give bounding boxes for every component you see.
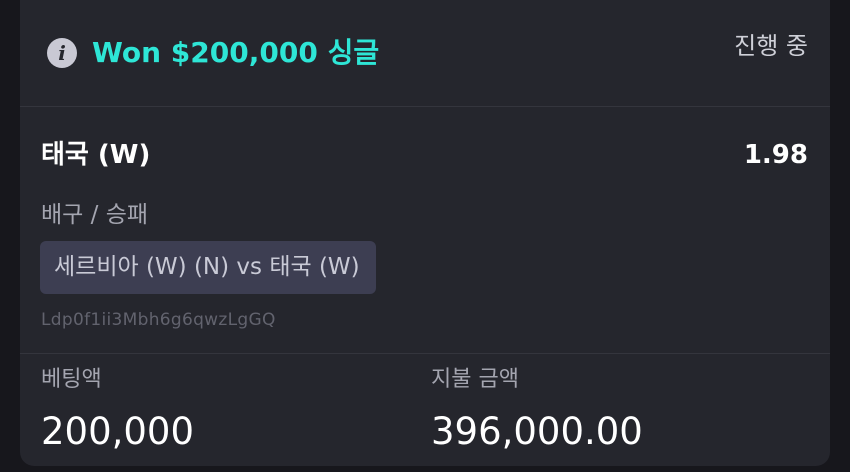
bet-selection-section: 태국 (W) 1.98 배구 / 승패 세르비아 (W) (N) vs 태국 (… xyxy=(20,107,830,354)
event-chip[interactable]: 세르비아 (W) (N) vs 태국 (W) xyxy=(40,241,376,294)
payout-block: 지불 금액 396,000.00 xyxy=(431,364,643,458)
bet-amounts: 베팅액 200,000 지불 금액 396,000.00 xyxy=(20,354,830,466)
market-name: 배구 / 승패 xyxy=(41,202,149,228)
info-icon[interactable]: i xyxy=(47,38,77,68)
stake-value: 200,000 xyxy=(41,410,195,453)
bet-result-title: Won $200,000 싱글 xyxy=(92,36,380,69)
bet-card: i Won $200,000 싱글 진행 중 태국 (W) 1.98 배구 / … xyxy=(20,0,830,466)
payout-value: 396,000.00 xyxy=(431,410,643,453)
bet-status: 진행 중 xyxy=(734,32,808,60)
selection-odds: 1.98 xyxy=(743,140,808,170)
selection-name: 태국 (W) xyxy=(41,140,151,170)
bet-id: Ldp0f1ii3Mbh6g6qwzLgGQ xyxy=(41,310,276,330)
stake-block: 베팅액 200,000 xyxy=(41,364,194,458)
payout-label: 지불 금액 xyxy=(431,367,519,392)
stake-label: 베팅액 xyxy=(41,367,102,392)
bet-card-header: i Won $200,000 싱글 진행 중 xyxy=(20,0,830,107)
